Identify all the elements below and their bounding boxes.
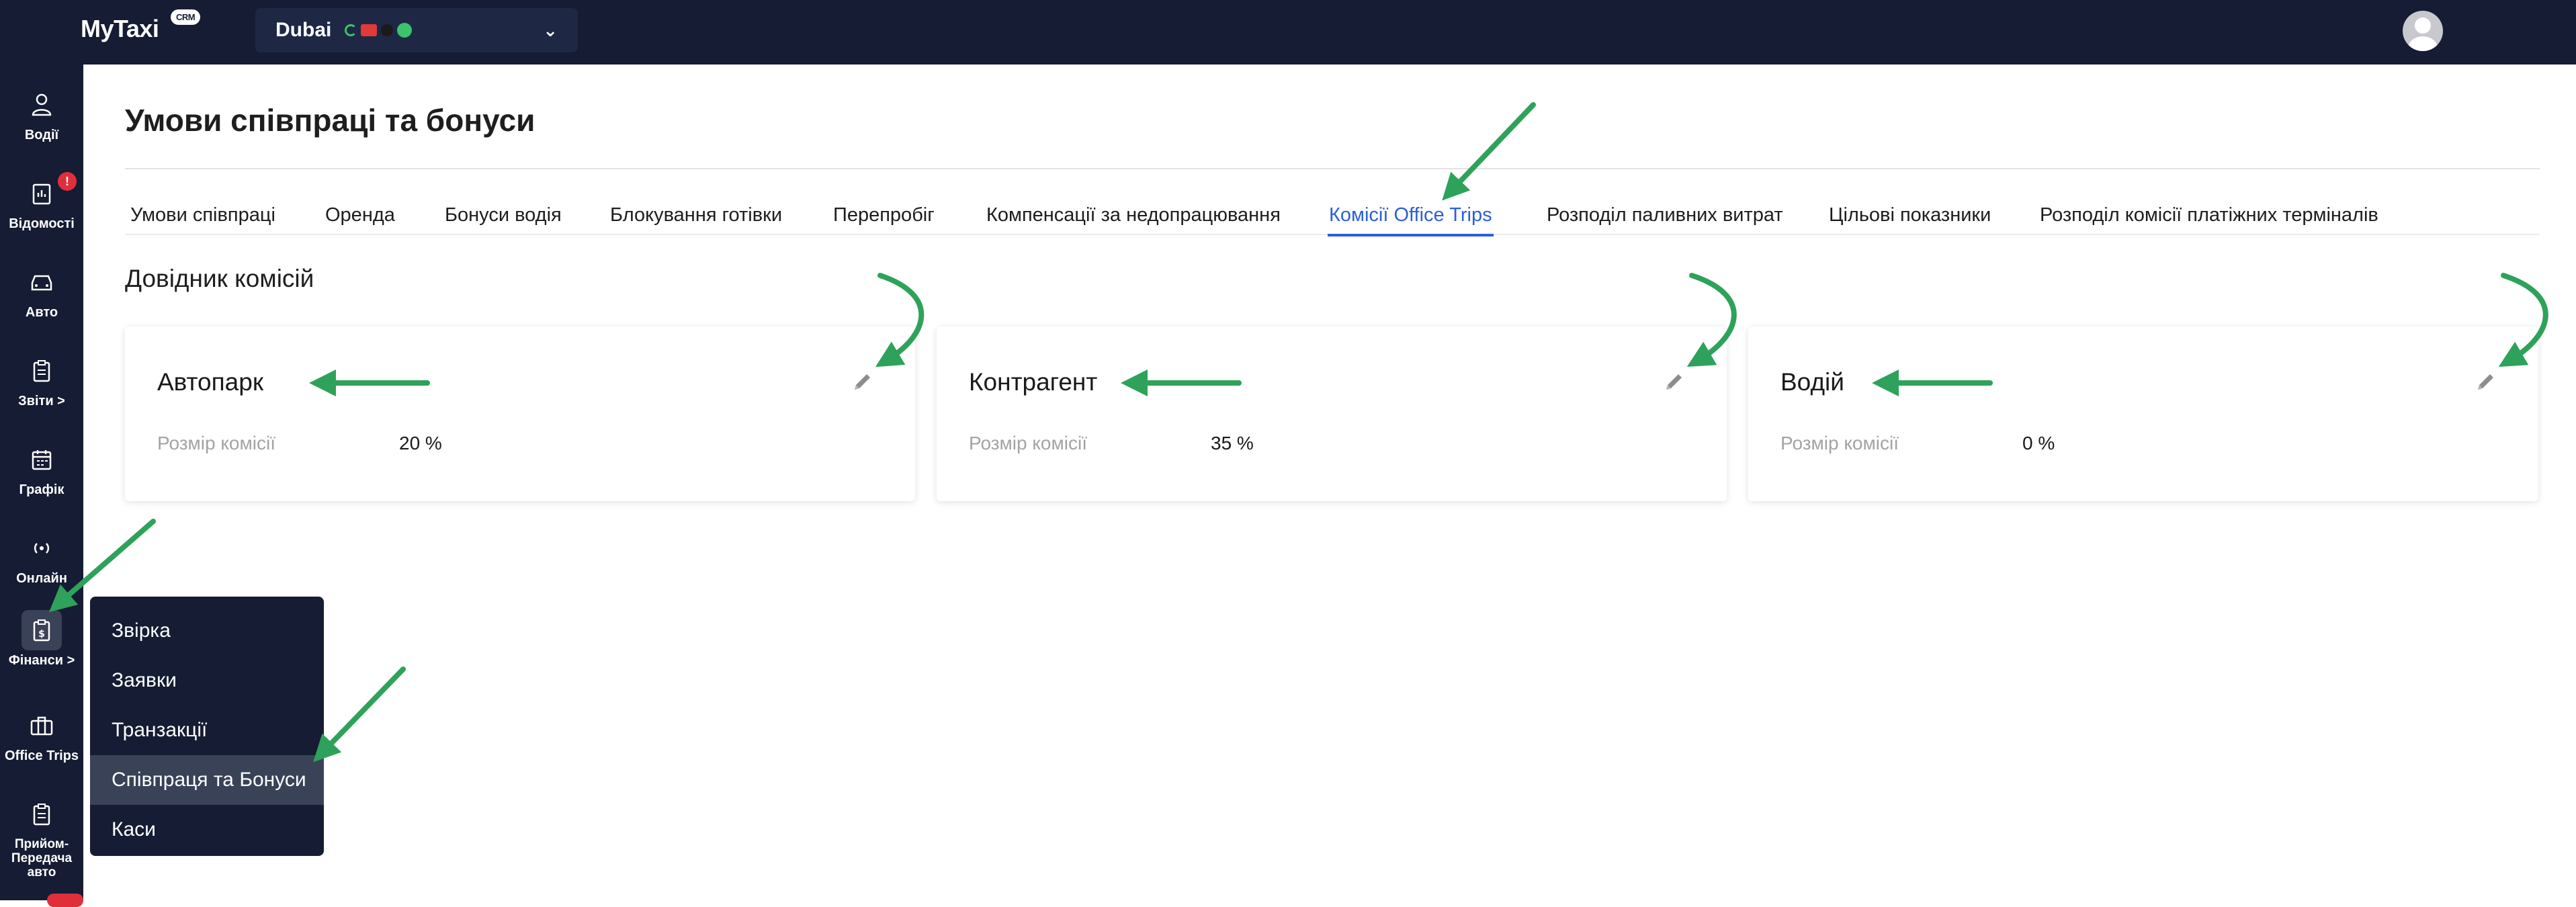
- car-icon: [22, 262, 62, 302]
- tab-underwork-compensation[interactable]: Компенсації за недопрацювання: [986, 204, 1281, 226]
- sidebar-item-car-handover[interactable]: Прийом-Передача авто: [0, 794, 83, 879]
- ledger-icon: [22, 173, 62, 214]
- sidebar-item-label: Онлайн: [16, 571, 67, 586]
- crm-badge: CRM: [171, 9, 201, 25]
- edit-pencil-icon[interactable]: [1662, 370, 1686, 394]
- sidebar-item-label: Графік: [19, 482, 65, 497]
- tab-driver-bonuses[interactable]: Бонуси водія: [445, 204, 562, 226]
- sidebar-item-cars[interactable]: Авто: [0, 262, 83, 320]
- submenu-item-reconciliation[interactable]: Звірка: [90, 606, 324, 656]
- submenu-item-transactions[interactable]: Транзакції: [90, 705, 324, 755]
- city-select[interactable]: Dubai ⌄: [255, 8, 578, 52]
- user-avatar-icon[interactable]: [2403, 11, 2443, 51]
- page-title: Умови співпраці та бонуси: [125, 103, 535, 138]
- commission-label: Розмір комісії: [157, 433, 275, 454]
- sidebar-item-label: Звіти >: [18, 394, 65, 408]
- sidebar-item-finance[interactable]: $ Фінанси >: [0, 610, 83, 668]
- submenu-item-cooperation-bonuses[interactable]: Співпраця та Бонуси: [90, 755, 324, 805]
- submenu-item-requests[interactable]: Заявки: [90, 656, 324, 705]
- city-status-indicators: [345, 23, 413, 38]
- sidebar-item-label: Водії: [24, 128, 59, 142]
- sidebar-item-label: Фінанси >: [8, 653, 75, 668]
- tab-office-trips-commissions[interactable]: Комісії Office Trips: [1328, 204, 1494, 236]
- sync-icon: [345, 24, 357, 36]
- card-title: Контрагент: [969, 368, 1098, 396]
- card-title: Водій: [1780, 368, 1844, 396]
- online-status-icon: [397, 23, 413, 38]
- sidebar-item-schedule[interactable]: Графік: [0, 439, 83, 497]
- sidebar-item-reports[interactable]: Звіти >: [0, 351, 83, 408]
- flag-icon: [361, 24, 378, 36]
- broadcast-icon: [22, 528, 62, 568]
- sidebar-item-drivers[interactable]: Водії: [0, 85, 83, 142]
- sidebar-item-label: Відомості: [9, 216, 75, 231]
- commission-value: 20 %: [399, 433, 442, 454]
- tab-bar: Умови співпраці Оренда Бонуси водія Блок…: [125, 202, 2540, 236]
- commission-card-counterparty: Контрагент Розмір комісії 35 %: [937, 327, 1727, 501]
- submenu-item-cash-desks[interactable]: Каси: [90, 805, 324, 855]
- sidebar-item-label: Прийом-Передача авто: [11, 837, 73, 879]
- commission-card-fleet: Автопарк Розмір комісії 20 %: [125, 327, 915, 501]
- commission-label: Розмір комісії: [1780, 433, 1899, 454]
- edit-pencil-icon[interactable]: [2474, 370, 2498, 394]
- commission-card-driver: Водій Розмір комісії 0 %: [1748, 327, 2538, 501]
- sidebar: Водії ! Відомості Авто Звіти > Графік Он…: [0, 64, 83, 900]
- tab-terminal-commission-distribution[interactable]: Розподіл комісії платіжних терміналів: [2040, 204, 2378, 226]
- finance-icon: $: [22, 610, 62, 650]
- city-name: Dubai: [275, 19, 332, 41]
- tab-cash-blocking[interactable]: Блокування готівки: [610, 204, 782, 226]
- status-dot-icon: [381, 24, 394, 36]
- tab-rent[interactable]: Оренда: [325, 204, 395, 226]
- briefcase-icon: [22, 705, 62, 746]
- annotation-arrow: [1442, 102, 1536, 201]
- top-bar: MyTaxi CRM Dubai ⌄: [0, 0, 2576, 64]
- tab-target-indicators[interactable]: Цільові показники: [1829, 204, 1991, 226]
- sidebar-item-label: Авто: [25, 305, 58, 320]
- tab-fuel-cost-distribution[interactable]: Розподіл паливних витрат: [1547, 204, 1783, 226]
- sidebar-item-office-trips[interactable]: Office Trips: [0, 705, 83, 763]
- commission-label: Розмір комісії: [969, 433, 1087, 454]
- svg-text:$: $: [38, 629, 45, 640]
- logo-text: MyTaxi: [81, 15, 159, 42]
- notification-badge: [47, 894, 83, 907]
- annotation-arrow: [313, 666, 406, 763]
- commission-value: 0 %: [2022, 433, 2055, 454]
- tab-overmileage[interactable]: Перепробіг: [833, 204, 935, 226]
- commission-value: 35 %: [1211, 433, 1254, 454]
- finance-submenu: Звірка Заявки Транзакції Співпраця та Бо…: [90, 597, 324, 856]
- sidebar-item-label: Office Trips: [4, 748, 79, 763]
- sidebar-item-online[interactable]: Онлайн: [0, 528, 83, 586]
- sidebar-item-statements[interactable]: ! Відомості: [0, 172, 83, 231]
- edit-pencil-icon[interactable]: [851, 370, 875, 394]
- app-logo[interactable]: MyTaxi CRM: [81, 9, 201, 43]
- chevron-down-icon[interactable]: ⌄: [543, 20, 558, 41]
- calendar-icon: [22, 439, 62, 480]
- section-title: Довідник комісій: [125, 265, 314, 292]
- clipboard-icon: [22, 794, 62, 834]
- person-icon: [22, 85, 62, 125]
- card-title: Автопарк: [157, 368, 264, 396]
- tab-cooperation-terms[interactable]: Умови співпраці: [130, 204, 275, 226]
- clipboard-icon: [22, 351, 62, 391]
- divider: [125, 168, 2540, 169]
- notification-badge: !: [58, 172, 77, 191]
